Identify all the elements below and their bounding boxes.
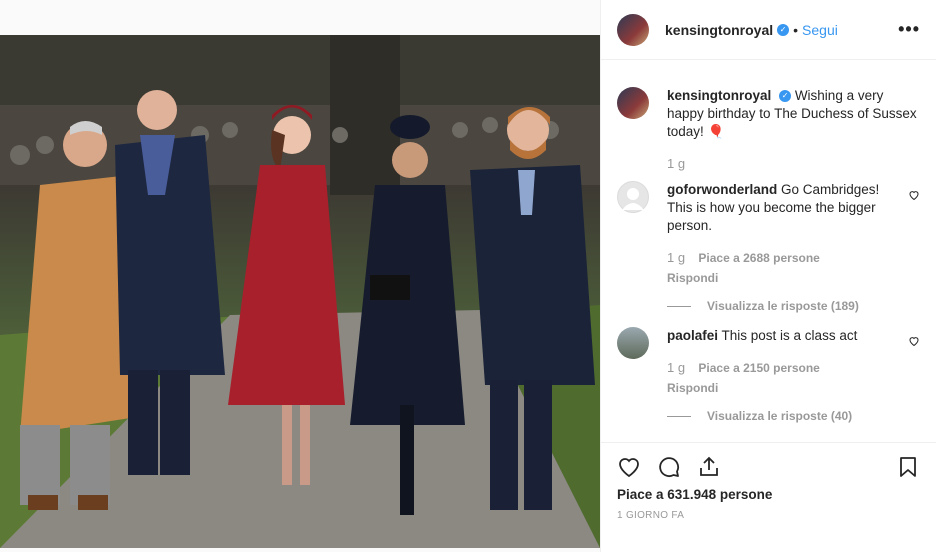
view-replies-label: Visualizza le risposte (40): [707, 409, 853, 423]
comment-likes[interactable]: Piace a 2688 persone: [698, 251, 819, 265]
action-icons: [617, 443, 920, 491]
author-username[interactable]: kensingtonroyal: [665, 22, 773, 38]
comments-list[interactable]: kensingtonroyal ✓ Wishing a very happy b…: [601, 61, 936, 441]
comment-meta: 1 g Piace a 2150 persone: [667, 359, 890, 377]
divider-line: [667, 415, 691, 417]
post-side-panel: kensingtonroyal ✓ • Segui ••• kensington…: [600, 0, 936, 552]
separator-dot: •: [793, 21, 799, 38]
bookmark-icon[interactable]: [896, 455, 920, 479]
comment-meta: 1 g Piace a 2688 persone: [667, 249, 890, 267]
comment-avatar[interactable]: [617, 327, 649, 359]
comment-bubble-icon[interactable]: [657, 455, 681, 479]
comment-like-heart-icon[interactable]: [908, 189, 920, 204]
divider-line: [667, 305, 691, 307]
view-replies-label: Visualizza le risposte (189): [707, 299, 859, 313]
more-options-icon[interactable]: •••: [898, 19, 920, 40]
verified-badge-icon: ✓: [779, 90, 792, 103]
caption-avatar[interactable]: [617, 87, 649, 119]
post-header: kensingtonroyal ✓ • Segui •••: [601, 0, 936, 60]
caption-meta: 1 g: [667, 155, 920, 173]
likes-count[interactable]: Piace a 631.948 persone: [617, 487, 920, 502]
comment-time[interactable]: 1 g: [667, 250, 685, 265]
view-replies-button[interactable]: Visualizza le risposte (189): [667, 297, 890, 315]
post-actions: Piace a 631.948 persone 1 GIORNO FA: [601, 442, 936, 521]
post-timestamp[interactable]: 1 GIORNO FA: [617, 510, 920, 521]
reply-button[interactable]: Rispondi: [667, 269, 890, 287]
author-avatar[interactable]: [617, 13, 649, 46]
comment-username[interactable]: paolafei: [667, 328, 718, 343]
like-heart-icon[interactable]: [617, 455, 641, 479]
caption-body: kensingtonroyal ✓ Wishing a very happy b…: [667, 87, 920, 173]
comment-text: This post is a class act: [721, 328, 858, 343]
verified-badge-icon: ✓: [777, 23, 790, 36]
reply-button[interactable]: Rispondi: [667, 379, 890, 397]
post-photo: [0, 35, 600, 548]
share-icon[interactable]: [697, 455, 721, 479]
follow-button[interactable]: Segui: [802, 22, 838, 38]
default-avatar-icon: [622, 188, 644, 210]
comment-body: paolafei This post is a class act 1 g Pi…: [667, 327, 890, 425]
view-replies-button[interactable]: Visualizza le risposte (40): [667, 407, 890, 425]
comment-body: goforwonderland Go Cambridges! This is h…: [667, 181, 890, 315]
comment-likes[interactable]: Piace a 2150 persone: [698, 361, 819, 375]
comment-avatar[interactable]: [617, 181, 649, 213]
caption-time[interactable]: 1 g: [667, 156, 685, 171]
comment-username[interactable]: goforwonderland: [667, 182, 777, 197]
comment-like-heart-icon[interactable]: [908, 335, 920, 350]
caption-username[interactable]: kensingtonroyal: [667, 88, 771, 103]
comment-time[interactable]: 1 g: [667, 360, 685, 375]
photo-illustration: [0, 35, 600, 548]
